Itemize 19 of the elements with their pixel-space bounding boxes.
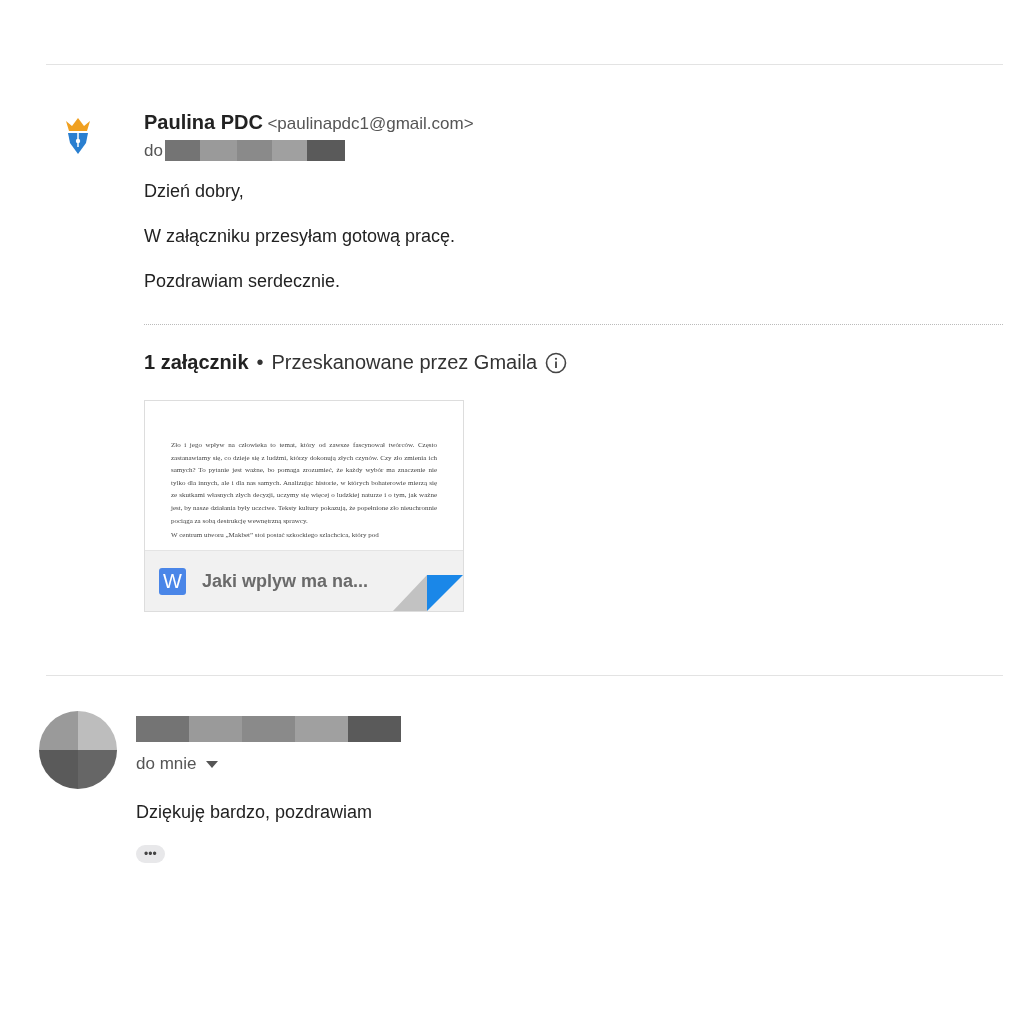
recipient-label: do xyxy=(144,140,163,161)
file-name: Jaki wplyw ma na... xyxy=(202,570,369,592)
info-icon[interactable] xyxy=(545,351,568,374)
message-text: Dziękuję bardzo, pozdrawiam xyxy=(136,802,374,823)
separator-dot: • xyxy=(256,351,264,374)
recipient-label: do mnie xyxy=(136,754,197,774)
message-text: Dzień dobry, xyxy=(144,181,245,202)
message-text: Pozdrawiam serdecznie. xyxy=(144,271,342,292)
pen-nib-crown-icon xyxy=(64,117,92,155)
caret-icon[interactable] xyxy=(206,760,219,768)
scan-note: Przeskanowane przez Gmaila xyxy=(271,351,538,374)
show-trimmed-content-button[interactable]: ••• xyxy=(136,845,165,863)
sender-email: <paulinapdc1@gmail.com> xyxy=(267,114,474,133)
page-corner-icon xyxy=(393,575,463,611)
attachment-count: 1 załącznik xyxy=(144,351,249,374)
message-text: W załączniku przesyłam gotową pracę. xyxy=(144,226,457,247)
sender-name: Paulina PDC xyxy=(144,111,263,133)
attachment-card[interactable] xyxy=(144,400,464,612)
word-file-icon: W xyxy=(159,567,186,595)
